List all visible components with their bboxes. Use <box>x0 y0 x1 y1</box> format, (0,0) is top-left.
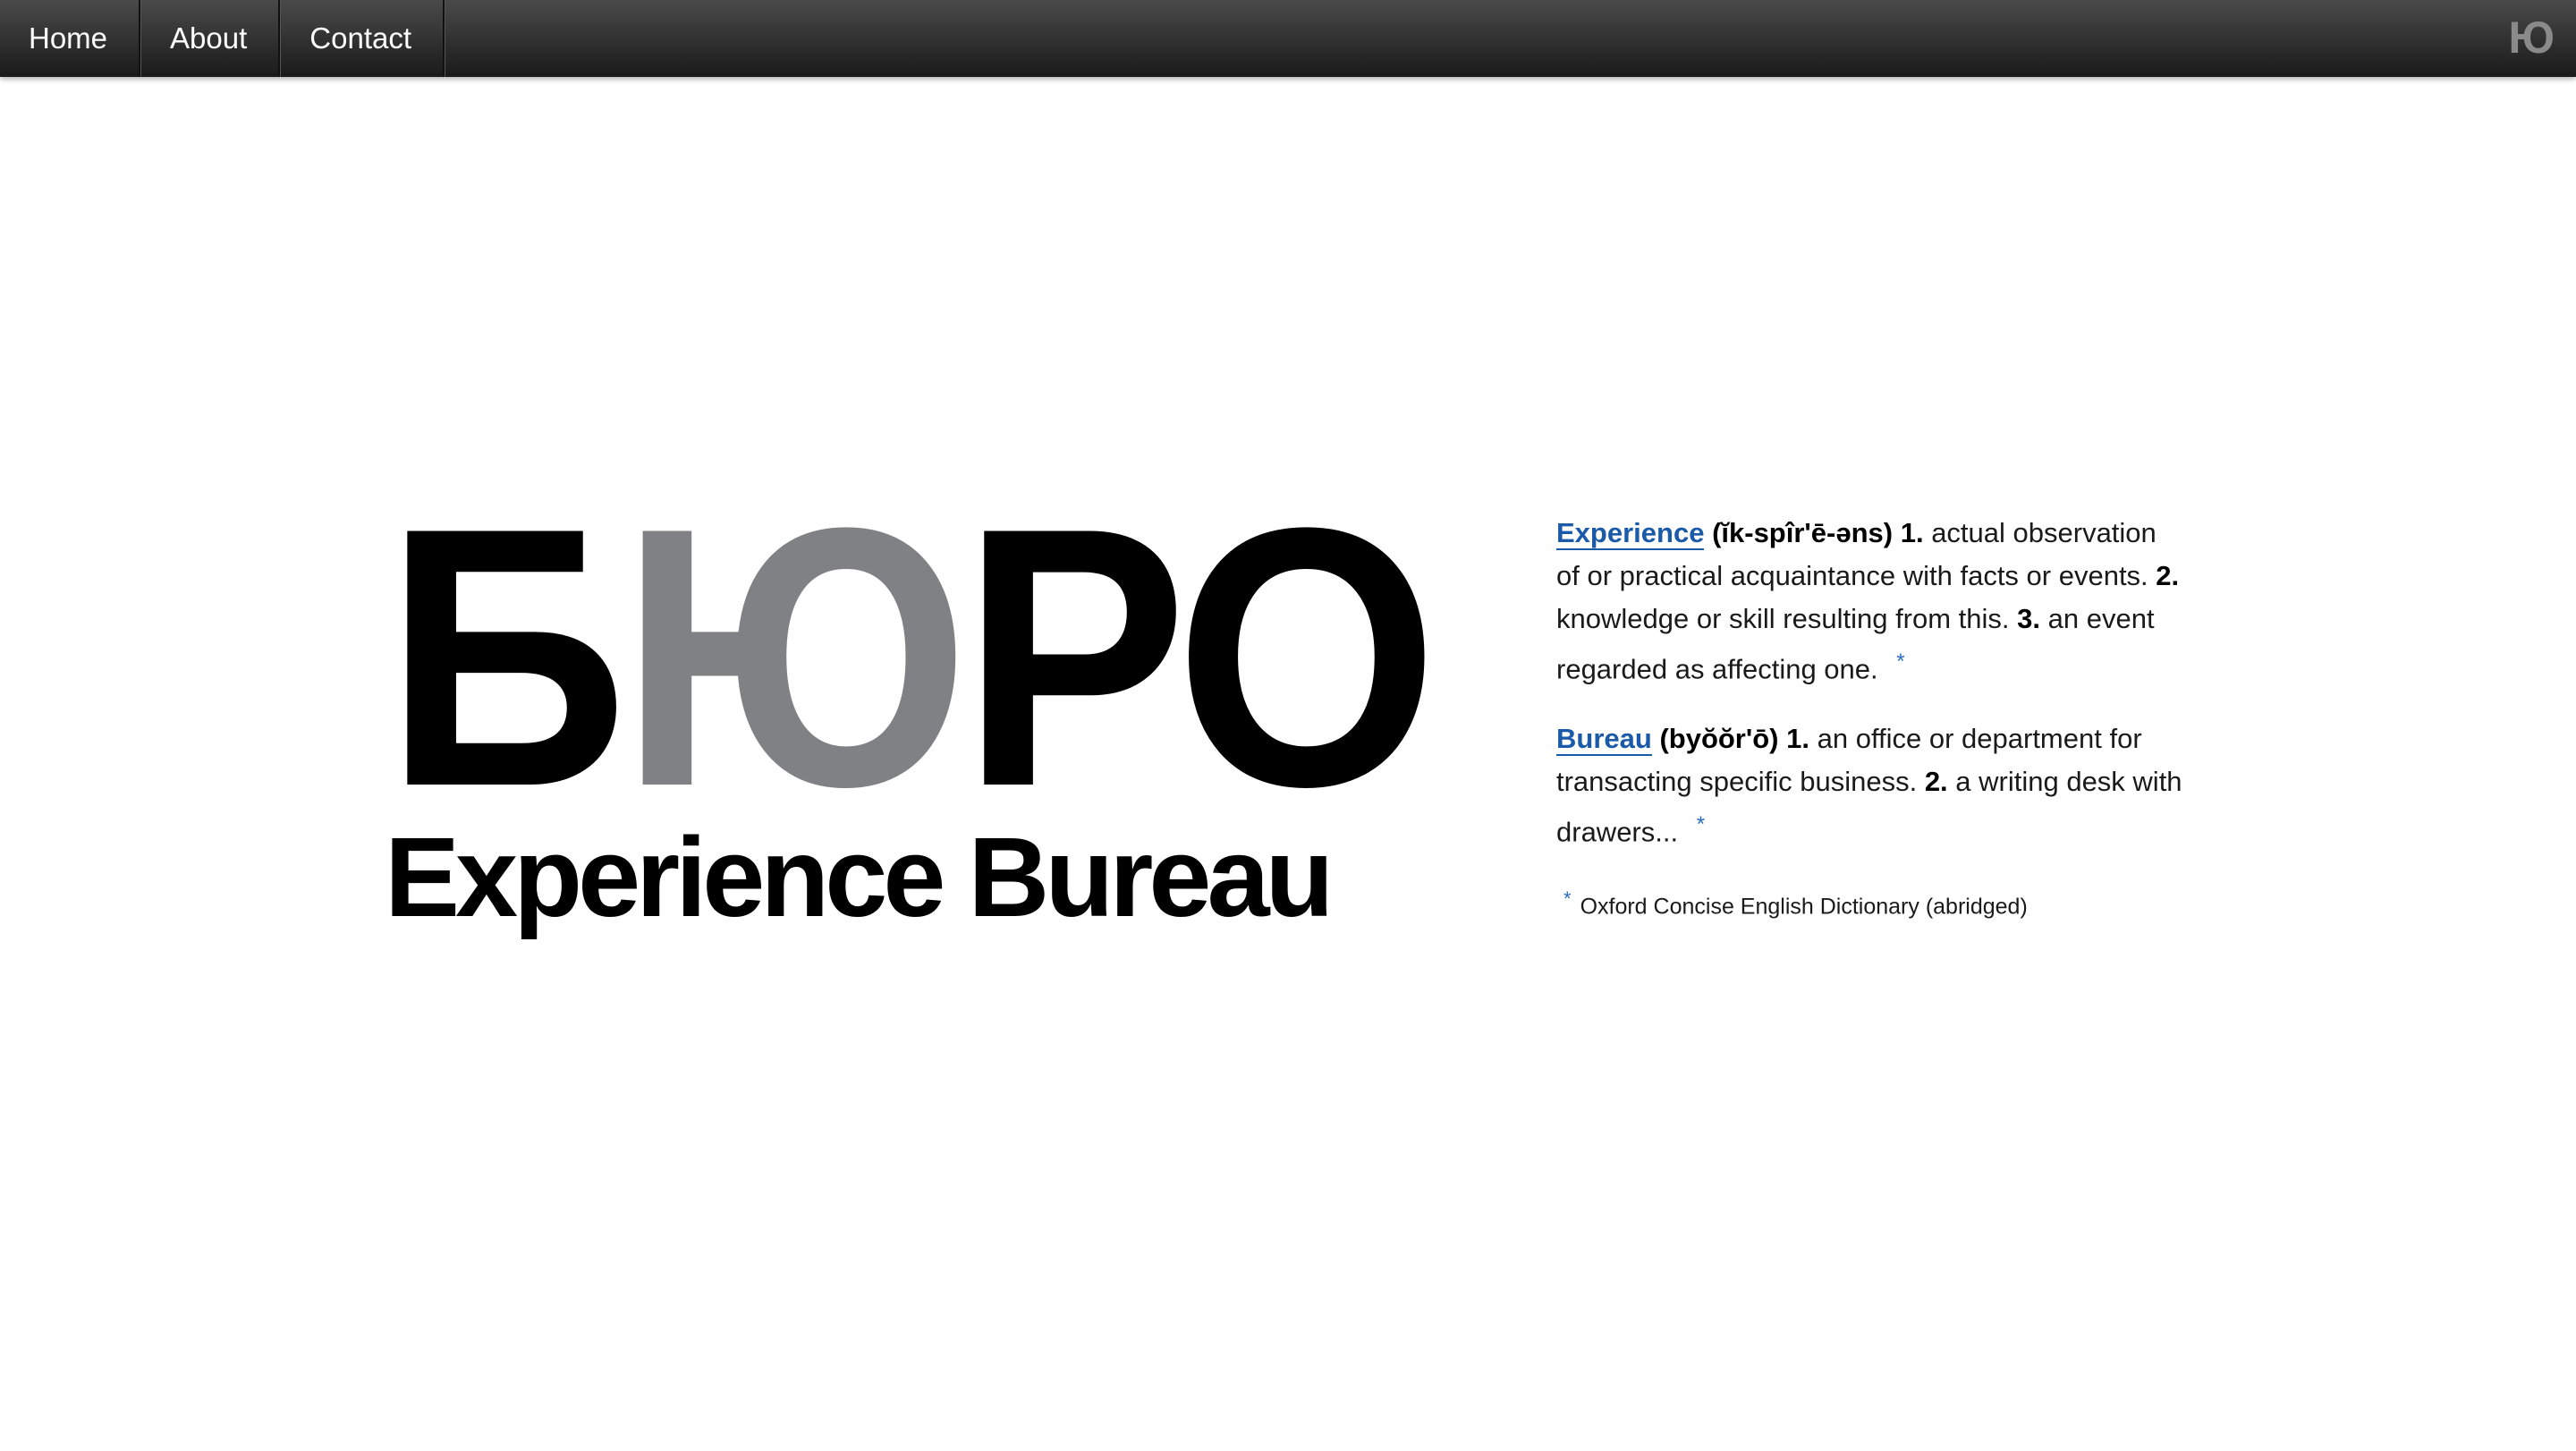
sense-number: 1. <box>1786 723 1809 755</box>
footnote-star-icon: * <box>1896 649 1905 674</box>
sense-text: knowledge or skill resulting from this. <box>1556 603 2018 634</box>
nav-about-link[interactable]: About <box>140 0 281 77</box>
footnote: * Oxford Concise English Dictionary (abri… <box>1563 878 2182 928</box>
nav-home-link[interactable]: Home <box>0 0 141 77</box>
definitions-panel: Experience (ĭk-spîr'ē-əns) 1. actual obs… <box>1556 512 2182 928</box>
definition-bureau: Bureau (byŏŏr'ō) 1. an office or departm… <box>1556 717 2182 853</box>
top-navbar: Home About Contact Ю <box>0 0 2576 77</box>
term-experience-link[interactable]: Experience <box>1556 517 1705 550</box>
brand-mark-letter-3: РО <box>961 452 1438 863</box>
definition-experience: Experience (ĭk-spîr'ē-əns) 1. actual obs… <box>1556 512 2182 691</box>
brand-mark-letter-1: Б <box>385 452 628 863</box>
footnote-star-icon: * <box>1563 887 1572 910</box>
sense-number: 3. <box>2017 603 2041 634</box>
brand-mark-letter-2: Ю <box>620 452 970 863</box>
nav-contact-link[interactable]: Contact <box>280 0 445 77</box>
nav-logo-icon[interactable]: Ю <box>2508 11 2555 64</box>
sense-number: 2. <box>2156 560 2180 591</box>
brand-logo: БЮРО Experience Bureau <box>385 473 1438 940</box>
sense-number: 1. <box>1900 517 1924 548</box>
footnote-text: Oxford Concise English Dictionary (abrid… <box>1580 893 2028 919</box>
term-bureau-link[interactable]: Bureau <box>1556 723 1652 757</box>
pronunciation-experience: (ĭk-spîr'ē-əns) <box>1712 517 1894 548</box>
sense-number: 2. <box>1924 766 1948 798</box>
brand-mark: БЮРО <box>385 473 1438 842</box>
pronunciation-bureau: (byŏŏr'ō) <box>1659 723 1779 755</box>
footnote-star-icon: * <box>1696 812 1706 837</box>
